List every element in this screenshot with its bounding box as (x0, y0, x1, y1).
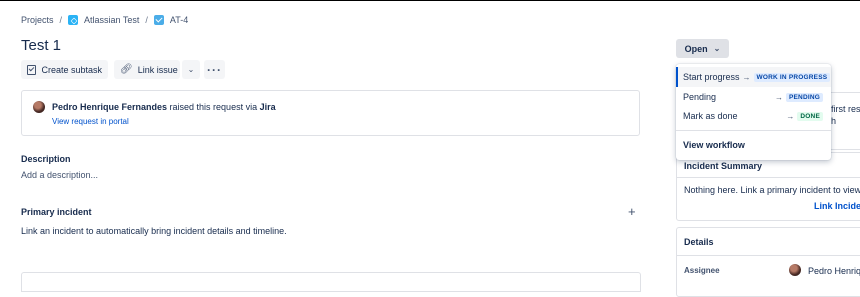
issue-title[interactable]: Test 1 (21, 37, 61, 54)
create-subtask-label: Create subtask (41, 64, 102, 75)
requester-name[interactable]: Pedro Henrique Fernandes (52, 102, 167, 112)
request-channel: Jira (259, 102, 276, 112)
raised-text: raised this request via (167, 102, 260, 112)
link-issue-label: Link issue (137, 64, 178, 75)
transition-target: → DONE (783, 111, 823, 121)
chevron-down-icon: ⌄ (187, 65, 195, 74)
description-input[interactable]: Add a description... (21, 170, 98, 180)
arrow-right-icon: → (774, 92, 783, 102)
subtask-icon (27, 64, 37, 75)
breadcrumb-separator: / (59, 15, 63, 25)
sla-partial-text: h (831, 116, 837, 126)
assignee-label: Assignee (684, 266, 720, 275)
divider (676, 130, 831, 131)
details-heading[interactable]: Details (684, 237, 714, 247)
divider (677, 177, 860, 178)
link-icon: 🔗︎ (120, 64, 133, 75)
arrow-right-icon: → (742, 72, 751, 82)
divider (677, 255, 860, 256)
activity-panel (21, 272, 641, 292)
transition-mark-as-done[interactable]: Mark as done → DONE (676, 106, 831, 126)
create-subtask-button[interactable]: Create subtask (21, 60, 108, 79)
status-label: Open (684, 43, 708, 54)
incident-summary-heading: Incident Summary (684, 161, 763, 171)
status-lozenge: PENDING (785, 92, 823, 102)
transition-label: Start progress (683, 72, 740, 82)
sla-partial-text: first res (831, 104, 860, 114)
breadcrumb-projects[interactable]: Projects (21, 15, 54, 25)
transition-label: Pending (683, 92, 717, 102)
arrow-right-icon: → (786, 111, 795, 121)
view-workflow-label: View workflow (683, 140, 745, 150)
transition-target: → PENDING (772, 92, 823, 102)
transition-label: Mark as done (683, 111, 738, 121)
request-summary: Pedro Henrique Fernandes raised this req… (52, 102, 276, 112)
top-border (0, 0, 860, 1)
incident-summary-text: Nothing here. Link a primary incident to… (684, 185, 860, 195)
status-lozenge: WORK IN PROGRESS (753, 72, 831, 82)
status-lozenge: DONE (797, 111, 823, 121)
more-icon: ··· (207, 62, 222, 77)
assignee-avatar (789, 264, 801, 276)
transition-start-progress[interactable]: Start progress → WORK IN PROGRESS (676, 67, 831, 87)
task-type-icon[interactable] (153, 15, 164, 25)
project-icon (68, 15, 79, 25)
add-icon[interactable]: + (628, 204, 636, 219)
incident-summary-panel: Incident Summary Nothing here. Link a pr… (676, 152, 860, 221)
view-workflow-item[interactable]: View workflow (676, 135, 831, 155)
more-actions-button[interactable]: ··· (204, 60, 225, 79)
requester-avatar[interactable] (33, 101, 45, 113)
status-dropdown-menu: Start progress → WORK IN PROGRESS Pendin… (676, 64, 831, 160)
primary-incident-heading: Primary incident (21, 207, 92, 217)
transition-pending[interactable]: Pending → PENDING (676, 87, 831, 107)
description-heading: Description (21, 154, 71, 164)
link-issue-dropdown-button[interactable]: ⌄ (182, 60, 200, 79)
breadcrumb-project[interactable]: Atlassian Test (84, 15, 139, 25)
status-button[interactable]: Open ⌄ (676, 39, 729, 58)
breadcrumb: Projects / Atlassian Test / AT-4 (21, 15, 188, 25)
request-card: Pedro Henrique Fernandes raised this req… (21, 90, 640, 136)
primary-incident-text: Link an incident to automatically bring … (21, 226, 287, 236)
view-in-portal-link[interactable]: View request in portal (52, 117, 129, 126)
chevron-down-icon: ⌄ (713, 44, 721, 53)
assignee-name[interactable]: Pedro Henriqu (808, 266, 860, 276)
breadcrumb-issue-key[interactable]: AT-4 (170, 15, 188, 25)
link-incident-link[interactable]: Link Inciden (814, 201, 860, 211)
breadcrumb-separator: / (145, 15, 148, 25)
link-issue-button[interactable]: 🔗︎ Link issue (114, 60, 180, 79)
